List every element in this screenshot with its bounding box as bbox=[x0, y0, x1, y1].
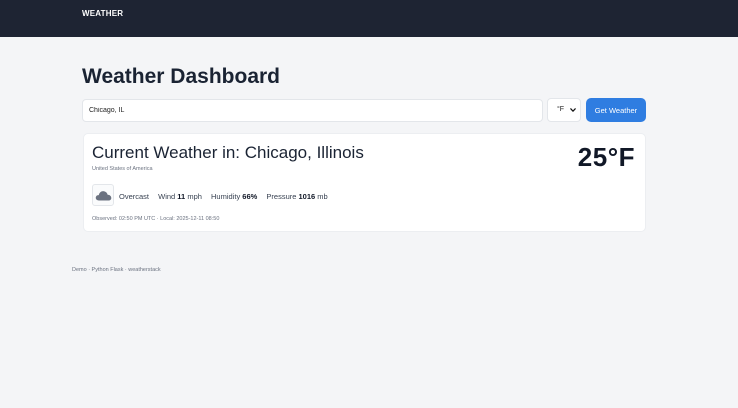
title-prefix: Current Weather in: bbox=[92, 143, 241, 162]
pressure-unit: mb bbox=[317, 192, 328, 201]
condition-text: Overcast bbox=[119, 192, 150, 201]
footer-text: Demo · Python Flask · weatherstack bbox=[72, 267, 161, 273]
wind-value: 11 bbox=[177, 192, 186, 201]
temperature-value: 25°F bbox=[577, 142, 635, 172]
observed-time: Observed: 02:50 PM UTC · Local: 2025-12-… bbox=[92, 216, 220, 222]
chevron-down-icon bbox=[570, 108, 576, 112]
weather-stats-row: Overcast Wind 11 mph Humidity 66% Pressu… bbox=[119, 192, 328, 201]
brand-logo-text[interactable]: WEATHER bbox=[82, 9, 123, 18]
wind-unit: mph bbox=[187, 192, 202, 201]
pressure-label: Pressure bbox=[266, 192, 297, 201]
cloud-icon bbox=[92, 184, 114, 206]
current-weather-card: Current Weather in: Chicago, Illinois Un… bbox=[83, 133, 646, 232]
top-navbar: WEATHER bbox=[0, 0, 738, 37]
humidity-label: Humidity bbox=[211, 192, 241, 201]
get-weather-button[interactable]: Get Weather bbox=[586, 98, 646, 122]
pressure-value: 1016 bbox=[298, 192, 316, 201]
humidity-value: 66% bbox=[242, 192, 258, 201]
location-name: Chicago, Illinois bbox=[244, 143, 364, 162]
unit-select-value: °F bbox=[557, 106, 565, 113]
country-label: United States of America bbox=[92, 166, 153, 172]
location-search-input[interactable] bbox=[82, 99, 543, 122]
wind-label: Wind bbox=[158, 192, 176, 201]
page-title: Weather Dashboard bbox=[82, 65, 280, 88]
unit-select[interactable]: °F bbox=[547, 98, 581, 122]
current-weather-title: Current Weather in: Chicago, Illinois bbox=[92, 143, 364, 163]
